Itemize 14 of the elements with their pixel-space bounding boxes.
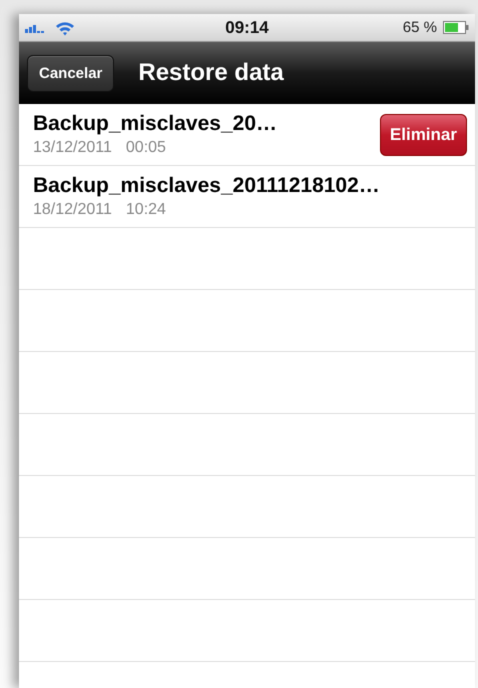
battery-icon — [442, 21, 469, 34]
backup-time: 00:05 — [126, 139, 166, 157]
delete-button[interactable]: Eliminar — [380, 114, 467, 156]
backup-name: Backup_misclaves_20… — [33, 112, 277, 136]
nav-title: Restore data — [138, 59, 284, 87]
backup-date: 13/12/2011 — [33, 139, 112, 157]
backup-row[interactable]: Backup_misclaves_20… 13/12/2011 00:05 Eliminar — [19, 104, 475, 166]
wifi-icon — [55, 20, 75, 36]
backup-name: Backup_misclaves_20111218102… — [33, 174, 380, 198]
status-time: 09:14 — [225, 18, 269, 38]
battery-percentage: 65 % — [402, 19, 437, 36]
cancel-button[interactable]: Cancelar — [27, 54, 114, 92]
backup-time: 10:24 — [126, 201, 166, 219]
backup-date: 18/12/2011 — [33, 201, 112, 219]
